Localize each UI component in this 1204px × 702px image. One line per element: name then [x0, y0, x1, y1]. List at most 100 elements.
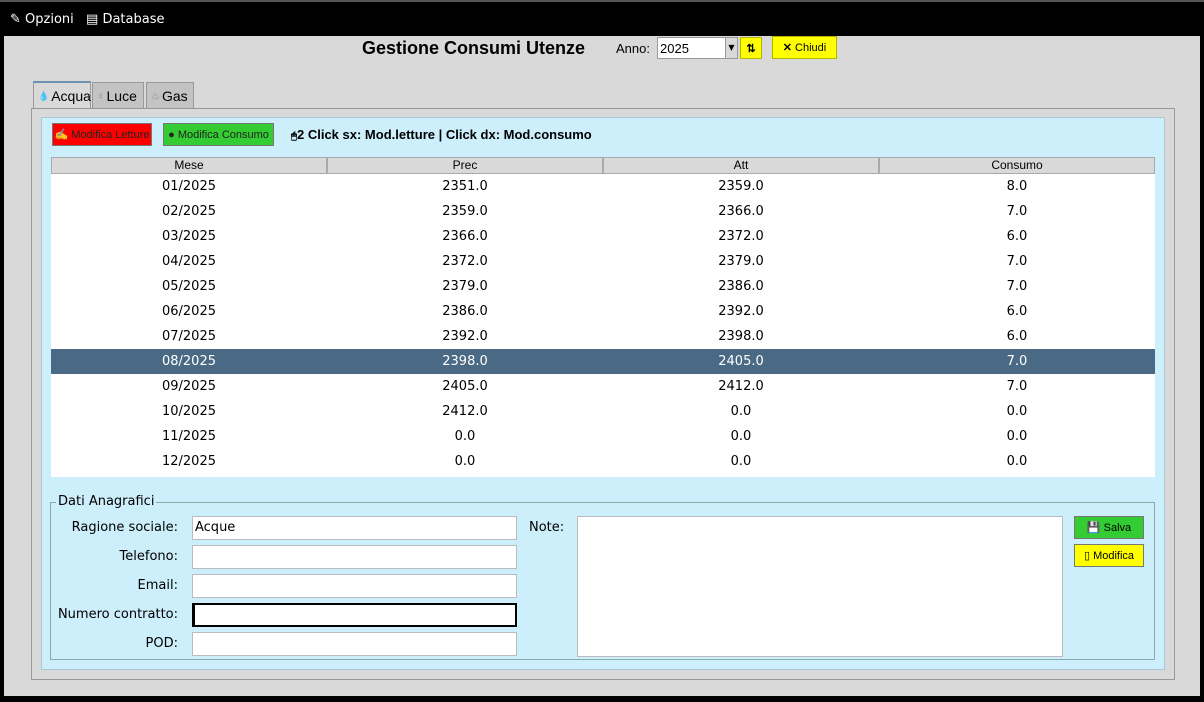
- column-header-att[interactable]: Att: [603, 157, 879, 174]
- drop-icon: 💧: [38, 90, 50, 101]
- table-row[interactable]: 04/2025 2372.0 2379.0 7.0: [51, 249, 1155, 274]
- table-cell: 09/2025: [161, 379, 216, 394]
- table-cell: 2405.0: [718, 354, 764, 369]
- note-textarea[interactable]: [577, 516, 1063, 657]
- field-label: Numero contratto:: [57, 607, 178, 622]
- telefono-input[interactable]: [192, 545, 517, 569]
- table-cell: 7.0: [1006, 354, 1028, 369]
- hint-label: 2 Click sx: Mod.letture | Click dx: Mod.…: [297, 127, 592, 142]
- field-label: Telefono:: [119, 549, 178, 564]
- table-cell: 2359.0: [442, 204, 488, 219]
- tab-acqua[interactable]: 💧 Acqua: [33, 81, 91, 109]
- tab-luce[interactable]: ♀ Luce: [92, 82, 144, 109]
- save-icon: 💾: [1086, 522, 1101, 534]
- table-cell: 2392.0: [718, 304, 764, 319]
- field-label: Email:: [137, 578, 178, 593]
- modifica-button[interactable]: ▯ Modifica: [1074, 544, 1144, 567]
- edit-icon: ▯: [1083, 550, 1091, 562]
- table-row[interactable]: 01/2025 2351.0 2359.0 8.0: [51, 174, 1155, 199]
- table-row[interactable]: 10/2025 2412.0 0.0 0.0: [51, 399, 1155, 424]
- anno-label: Anno:: [616, 41, 650, 56]
- circle-icon: ●: [168, 128, 175, 141]
- table-row[interactable]: 06/2025 2386.0 2392.0 6.0: [51, 299, 1155, 324]
- chiudi-label: Chiudi: [795, 41, 827, 54]
- modifica-consumo-button[interactable]: ● Modifica Consumo: [163, 123, 274, 146]
- table-cell: 0.0: [454, 454, 476, 469]
- menu-opzioni[interactable]: ✎ Opzioni: [10, 12, 74, 27]
- ragione-sociale-input[interactable]: Acque: [192, 516, 517, 540]
- column-header-mese[interactable]: Mese: [51, 157, 327, 174]
- table-cell: 2379.0: [718, 254, 764, 269]
- bulb-icon: ♀: [97, 90, 105, 102]
- menu-database[interactable]: ▤ Database: [86, 12, 164, 27]
- table-cell: 11/2025: [161, 429, 216, 444]
- anno-combobox[interactable]: 2025 ▼: [657, 37, 738, 59]
- table-cell: 04/2025: [161, 254, 216, 269]
- anno-value: 2025: [660, 41, 689, 56]
- tab-acqua-label: Acqua: [51, 88, 91, 104]
- modifica-letture-label: Modifica Letture: [71, 128, 150, 141]
- modifica-consumo-label: Modifica Consumo: [177, 128, 269, 141]
- modifica-letture-button[interactable]: ✍ Modifica Letture: [52, 123, 152, 146]
- chiudi-button[interactable]: ✕ Chiudi: [772, 36, 837, 59]
- table-row[interactable]: 12/2025 0.0 0.0 0.0: [51, 449, 1155, 474]
- table-cell: 01/2025: [161, 179, 216, 194]
- table-cell: 07/2025: [161, 329, 216, 344]
- modifica-label: Modifica: [1093, 549, 1135, 562]
- table-cell: 7.0: [1006, 254, 1028, 269]
- note-label: Note:: [529, 520, 565, 535]
- flame-icon: ♨: [151, 90, 160, 102]
- swap-icon: ⇅: [746, 42, 756, 55]
- table-cell: 2398.0: [442, 354, 488, 369]
- table-cell: 6.0: [1006, 329, 1028, 344]
- table-cell: 7.0: [1006, 204, 1028, 219]
- table-cell: 0.0: [1006, 404, 1028, 419]
- numero-contratto-input[interactable]: [192, 603, 517, 627]
- email-input[interactable]: [192, 574, 517, 598]
- tab-gas-label: Gas: [161, 88, 188, 104]
- pod-input[interactable]: [192, 632, 517, 656]
- table-cell: 2366.0: [718, 204, 764, 219]
- column-header-consumo[interactable]: Consumo: [879, 157, 1155, 174]
- field-label: POD:: [145, 636, 178, 651]
- consumi-table[interactable]: Mese Prec Att Consumo 01/2025 2351.0 2359.0 8.…: [51, 157, 1155, 477]
- hint-text: 🖱2 Click sx: Mod.letture | Click dx: Mod…: [291, 127, 592, 142]
- table-cell: 2359.0: [718, 179, 764, 194]
- table-cell: 0.0: [454, 429, 476, 444]
- table-cell: 8.0: [1006, 179, 1028, 194]
- table-row[interactable]: 02/2025 2359.0 2366.0 7.0: [51, 199, 1155, 224]
- table-cell: 0.0: [1006, 429, 1028, 444]
- tab-gas[interactable]: ♨ Gas: [146, 82, 194, 109]
- table-cell: 10/2025: [161, 404, 216, 419]
- table-header: Mese Prec Att Consumo: [51, 157, 1155, 174]
- table-cell: 03/2025: [161, 229, 216, 244]
- table-row[interactable]: 11/2025 0.0 0.0 0.0: [51, 424, 1155, 449]
- salva-label: Salva: [1103, 521, 1132, 534]
- pencil-icon: ✎: [10, 12, 21, 27]
- column-header-prec[interactable]: Prec: [327, 157, 603, 174]
- table-row[interactable]: 03/2025 2366.0 2372.0 6.0: [51, 224, 1155, 249]
- table-cell: 6.0: [1006, 304, 1028, 319]
- table-row[interactable]: 09/2025 2405.0 2412.0 7.0: [51, 374, 1155, 399]
- salva-button[interactable]: 💾 Salva: [1074, 516, 1144, 539]
- edit-icon: ✍: [54, 129, 69, 141]
- table-row[interactable]: 05/2025 2379.0 2386.0 7.0: [51, 274, 1155, 299]
- table-cell: 02/2025: [161, 204, 216, 219]
- table-row[interactable]: 08/2025 2398.0 2405.0 7.0: [51, 349, 1155, 374]
- table-cell: 0.0: [730, 429, 752, 444]
- table-row[interactable]: 07/2025 2392.0 2398.0 6.0: [51, 324, 1155, 349]
- tab-luce-label: Luce: [106, 88, 137, 104]
- menu-database-label: Database: [102, 12, 165, 27]
- table-cell: 0.0: [1006, 454, 1028, 469]
- database-icon: ▤: [86, 12, 99, 27]
- dati-anagrafici-title: Dati Anagrafici: [56, 494, 157, 509]
- table-cell: 12/2025: [161, 454, 216, 469]
- table-cell: 6.0: [1006, 229, 1028, 244]
- menu-opzioni-label: Opzioni: [25, 12, 74, 27]
- swap-button[interactable]: ⇅: [740, 37, 762, 59]
- table-cell: 05/2025: [161, 279, 216, 294]
- page-title: Gestione Consumi Utenze: [362, 38, 586, 58]
- menu-bar: ✎ Opzioni ▤ Database: [0, 0, 1204, 36]
- chevron-down-icon[interactable]: ▼: [725, 38, 737, 58]
- table-cell: 2386.0: [718, 279, 764, 294]
